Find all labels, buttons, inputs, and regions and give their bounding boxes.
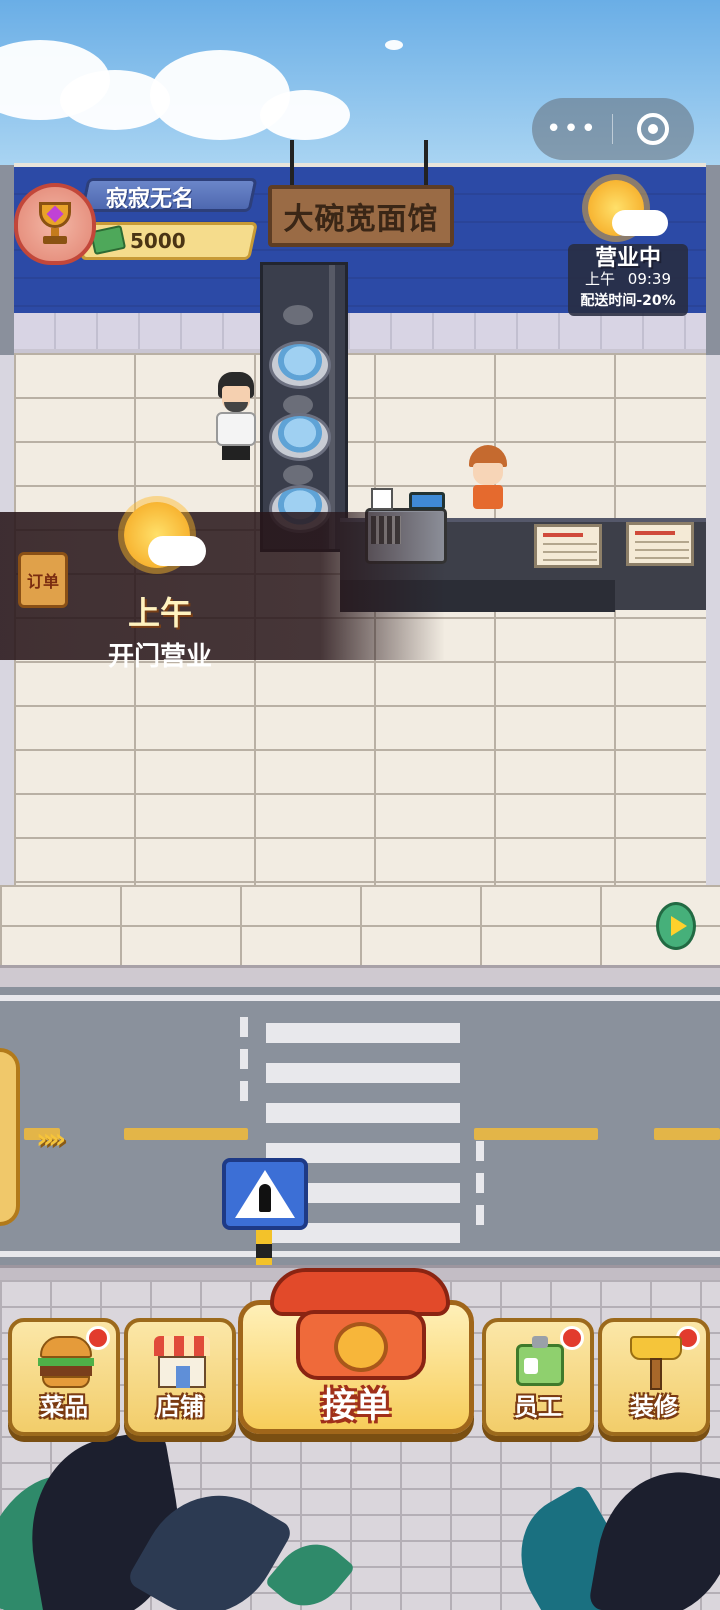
pot-icon [269, 413, 331, 461]
menu-button-label: 店铺 [156, 1393, 204, 1421]
menu-button-decorate[interactable]: 装修 [598, 1318, 710, 1436]
clock-time: 09:39 [627, 270, 672, 288]
menu-button-label: 菜品 [40, 1393, 88, 1421]
phone-icon [270, 1268, 450, 1316]
accept-orders-label: 接单 [322, 1386, 390, 1426]
menu-button-label: 装修 [630, 1393, 678, 1421]
business-status-panel: 营业中 上午 09:39 配送时间-20% [568, 244, 688, 316]
noodle-pot-station[interactable] [260, 262, 348, 552]
cloud-icon [612, 210, 668, 236]
lane-marking [654, 1128, 720, 1140]
sign-wire [290, 140, 294, 188]
next-area-button[interactable] [656, 902, 696, 950]
trophy-button[interactable] [14, 183, 96, 265]
announcement-period: 上午 [127, 594, 192, 632]
phone-dial [334, 1322, 388, 1372]
game-clock: 上午 09:39 [568, 268, 688, 289]
close-miniprogram-button[interactable] [613, 113, 693, 145]
more-menu-button[interactable]: ••• [532, 98, 612, 160]
menu-button-dishes[interactable]: 菜品 [8, 1318, 120, 1436]
menu-card-icon[interactable] [534, 524, 602, 568]
lane-marking [124, 1128, 248, 1140]
burger-icon [36, 1336, 96, 1390]
money-value: 5000 [130, 229, 186, 253]
menu-button-label: 员工 [514, 1393, 562, 1421]
clock-period: 上午 [584, 270, 615, 288]
menu-card-icon[interactable] [626, 522, 694, 566]
play-arrow-icon [671, 916, 687, 936]
cloud-icon [148, 536, 206, 566]
cashier-character[interactable] [465, 445, 511, 515]
announcement-message: 开门营业 [107, 642, 212, 672]
sign-wire [424, 140, 428, 188]
target-icon [637, 113, 669, 145]
sidewalk [0, 885, 720, 965]
shop-name-sign: 大碗宽面馆 [268, 185, 454, 247]
chef-character[interactable] [212, 372, 260, 462]
trophy-icon [35, 202, 75, 246]
pedestrian-crossing-sign-icon [222, 1158, 308, 1230]
player-name: 寂寂无名 [106, 187, 195, 212]
curb [0, 965, 720, 987]
double-chevron-icon: »» [36, 1122, 66, 1155]
wall-trim [14, 313, 706, 353]
menu-button-staff[interactable]: 员工 [482, 1318, 594, 1436]
street-road [0, 987, 720, 1265]
miniprogram-capsule: ••• [532, 98, 694, 160]
left-side-panel-tab[interactable] [0, 1048, 20, 1226]
floor-edge-right [706, 355, 720, 885]
brush-icon [626, 1336, 686, 1390]
menu-button-shop[interactable]: 店铺 [124, 1318, 236, 1436]
badge-icon [510, 1336, 570, 1390]
delivery-bonus: 配送时间-20% [580, 293, 676, 309]
lane-marking [474, 1128, 598, 1140]
shop-icon [152, 1336, 212, 1390]
pot-icon [269, 341, 331, 389]
